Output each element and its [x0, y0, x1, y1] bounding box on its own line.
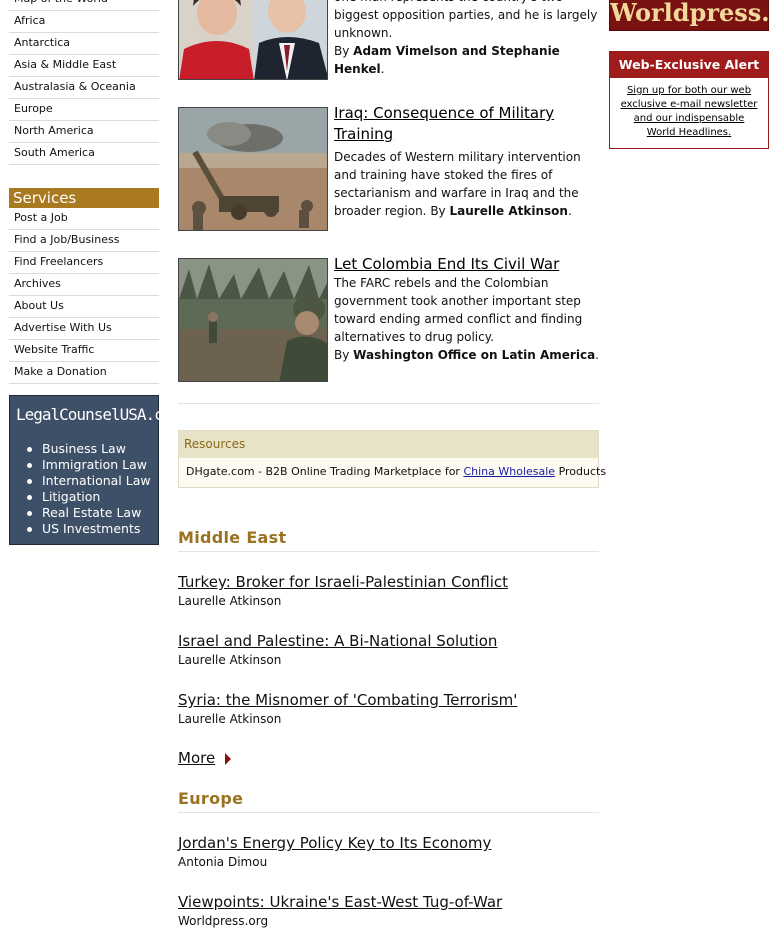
- services-item-archives[interactable]: Archives: [9, 274, 159, 296]
- list-item: Syria: the Misnomer of 'Combating Terror…: [178, 690, 599, 728]
- legal-ad-item: Business Law: [24, 441, 158, 457]
- article-link[interactable]: Jordan's Energy Policy Key to Its Econom…: [178, 833, 599, 853]
- story-author[interactable]: Washington Office on Latin America: [353, 348, 595, 362]
- story-summary: The FARC rebels and the Colombian govern…: [334, 276, 583, 344]
- legal-ad-item: International Law: [24, 473, 158, 489]
- article-author: Laurelle Atkinson: [178, 594, 282, 608]
- article-author: Antonia Dimou: [178, 855, 268, 869]
- arrow-right-icon: [225, 752, 232, 765]
- legal-counsel-ad[interactable]: LegalCounselUSA.com Business Law Immigra…: [9, 395, 181, 545]
- region-nav: Map of the World Africa Antarctica Asia …: [9, 0, 159, 165]
- article-link[interactable]: Viewpoints: Ukraine's East-West Tug-of-W…: [178, 892, 599, 912]
- legal-ad-item: Real Estate Law: [24, 505, 158, 521]
- story-photo-artillery[interactable]: [178, 107, 328, 231]
- soldier-photo-graphic: [179, 259, 327, 381]
- nav-item-north-america[interactable]: North America: [9, 121, 159, 143]
- article-link[interactable]: Syria: the Misnomer of 'Combating Terror…: [178, 690, 599, 710]
- services-item-traffic[interactable]: Website Traffic: [9, 340, 159, 362]
- services-item-about[interactable]: About Us: [9, 296, 159, 318]
- worldpress-logo[interactable]: Worldpress.org: [609, 0, 769, 31]
- story-byline: By Adam Vimelson and Stephanie Henkel.: [334, 44, 560, 76]
- nav-item-europe[interactable]: Europe: [9, 99, 159, 121]
- china-wholesale-link[interactable]: China Wholesale: [463, 465, 555, 478]
- list-item: Turkey: Broker for Israeli-Palestinian C…: [178, 572, 599, 610]
- story-summary: Decades of Western military intervention…: [334, 150, 581, 218]
- story-text: in Turkey's upcoming presidential electi…: [334, 0, 602, 78]
- article-author: Worldpress.org: [178, 914, 269, 928]
- story-iraq: Iraq: Consequence of Military Training D…: [178, 104, 599, 231]
- section-title-europe: Europe: [178, 789, 599, 813]
- story-title-link[interactable]: Let Colombia End Its Civil War: [334, 254, 602, 275]
- resources-body: DHgate.com - B2B Online Trading Marketpl…: [186, 465, 607, 478]
- legal-ad-item: Litigation: [24, 489, 158, 505]
- alert-body: Sign up for both our web exclusive e-mai…: [610, 78, 768, 140]
- story-photo-soldier[interactable]: [178, 258, 328, 382]
- story-title-link[interactable]: Iraq: Consequence of Military Training: [334, 103, 602, 145]
- resources-box: Resources DHgate.com - B2B Online Tradin…: [178, 430, 607, 488]
- services-item-donation[interactable]: Make a Donation: [9, 362, 159, 384]
- nav-item-africa[interactable]: Africa: [9, 11, 159, 33]
- nav-item-asia-middle-east[interactable]: Asia & Middle East: [9, 55, 159, 77]
- services-nav: Post a Job Find a Job/Business Find Free…: [9, 208, 159, 384]
- nav-item-south-america[interactable]: South America: [9, 143, 159, 165]
- story-author[interactable]: Laurelle Atkinson: [449, 204, 567, 218]
- legal-ad-list: Business Law Immigration Law Internation…: [10, 441, 158, 537]
- story-text: Let Colombia End Its Civil War The FARC …: [334, 254, 602, 364]
- article-link[interactable]: Turkey: Broker for Israeli-Palestinian C…: [178, 572, 599, 592]
- services-item-find-job[interactable]: Find a Job/Business: [9, 230, 159, 252]
- alert-title: Web-Exclusive Alert: [610, 52, 768, 78]
- story-byline: By Washington Office on Latin America.: [334, 348, 599, 362]
- legal-ad-logo: LegalCounselUSA.com: [16, 405, 181, 424]
- section-title-middle-east: Middle East: [178, 528, 599, 552]
- nav-item-map[interactable]: Map of the World: [9, 0, 159, 11]
- article-author: Laurelle Atkinson: [178, 712, 282, 726]
- newsletter-signup-link[interactable]: Sign up for both our web exclusive e-mai…: [621, 85, 758, 138]
- story-text: Iraq: Consequence of Military Training D…: [334, 103, 602, 220]
- services-header: Services: [9, 188, 159, 208]
- story-photo-portraits[interactable]: [178, 0, 328, 80]
- story-summary: in Turkey's upcoming presidential electi…: [334, 0, 598, 40]
- services-item-advertise[interactable]: Advertise With Us: [9, 318, 159, 340]
- web-exclusive-alert-box: Web-Exclusive Alert Sign up for both our…: [609, 51, 769, 149]
- services-item-freelancers[interactable]: Find Freelancers: [9, 252, 159, 274]
- artillery-photo-graphic: [179, 108, 327, 230]
- services-item-post-job[interactable]: Post a Job: [9, 208, 159, 230]
- article-author: Laurelle Atkinson: [178, 653, 282, 667]
- divider: [178, 403, 599, 404]
- more-link[interactable]: More: [178, 749, 232, 767]
- resources-header: Resources: [179, 431, 598, 458]
- article-link[interactable]: Israel and Palestine: A Bi-National Solu…: [178, 631, 599, 651]
- list-item: Jordan's Energy Policy Key to Its Econom…: [178, 833, 599, 871]
- nav-item-antarctica[interactable]: Antarctica: [9, 33, 159, 55]
- portrait-photo-graphic: [179, 0, 327, 79]
- list-item: Israel and Palestine: A Bi-National Solu…: [178, 631, 599, 669]
- legal-ad-item: US Investments: [24, 521, 158, 537]
- story-colombia: Let Colombia End Its Civil War The FARC …: [178, 255, 599, 382]
- nav-item-australasia[interactable]: Australasia & Oceania: [9, 77, 159, 99]
- list-item: Viewpoints: Ukraine's East-West Tug-of-W…: [178, 892, 599, 930]
- story-author[interactable]: Adam Vimelson and Stephanie Henkel: [334, 44, 560, 76]
- story-turkey: in Turkey's upcoming presidential electi…: [178, 0, 599, 80]
- legal-ad-item: Immigration Law: [24, 457, 158, 473]
